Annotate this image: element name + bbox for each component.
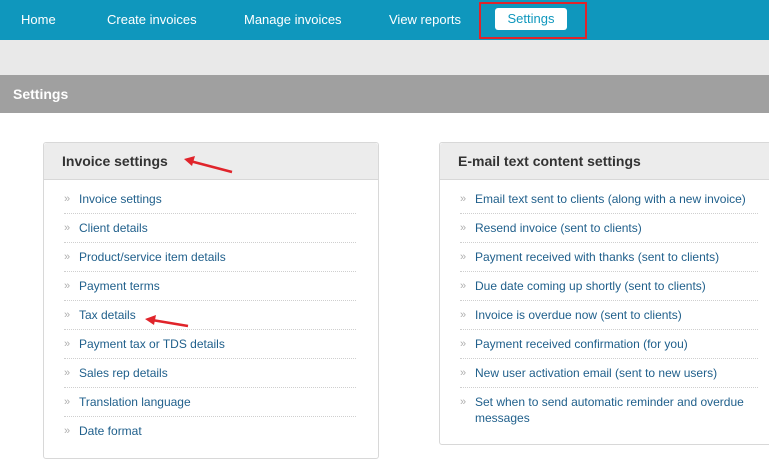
chevron-right-icon: » <box>460 396 467 408</box>
payment-confirmation-email-link[interactable]: Payment received confirmation (for you) <box>475 337 688 351</box>
chevron-right-icon: » <box>64 222 71 234</box>
sub-navigation-bar <box>0 40 769 75</box>
list-item[interactable]: » Tax details <box>64 301 356 330</box>
chevron-right-icon: » <box>64 193 71 205</box>
chevron-right-icon: » <box>64 338 71 350</box>
list-item[interactable]: » Due date coming up shortly (sent to cli… <box>460 272 758 301</box>
date-format-link[interactable]: Date format <box>79 424 142 438</box>
list-item[interactable]: » Payment received with thanks (sent to c… <box>460 243 758 272</box>
red-arrow-icon <box>145 315 189 328</box>
overdue-email-link[interactable]: Invoice is overdue now (sent to clients) <box>475 308 682 322</box>
email-text-settings-panel: E-mail text content settings » Email text… <box>439 142 769 445</box>
list-item[interactable]: » Client details <box>64 214 356 243</box>
chevron-right-icon: » <box>460 338 467 350</box>
chevron-right-icon: » <box>460 367 467 379</box>
chevron-right-icon: » <box>64 425 71 437</box>
chevron-right-icon: » <box>64 367 71 379</box>
invoice-settings-link[interactable]: Invoice settings <box>79 192 162 206</box>
list-item[interactable]: » Invoice settings <box>64 185 356 214</box>
nav-create-invoices[interactable]: Create invoices <box>107 0 197 40</box>
payment-terms-link[interactable]: Payment terms <box>79 279 160 293</box>
list-item[interactable]: » Resend invoice (sent to clients) <box>460 214 758 243</box>
red-arrow-icon <box>184 156 233 174</box>
email-settings-heading: E-mail text content settings <box>440 143 769 180</box>
top-navigation: Home Create invoices Manage invoices Vie… <box>0 0 769 40</box>
page-title: Settings <box>13 86 69 102</box>
invoice-settings-list: » Invoice settings » Client details » Produ… <box>44 180 378 445</box>
nav-view-reports[interactable]: View reports <box>389 0 461 40</box>
chevron-right-icon: » <box>460 251 467 263</box>
invoice-settings-panel: Invoice settings » Invoice settings » Clie… <box>43 142 379 459</box>
list-item[interactable]: » Invoice is overdue now (sent to clients… <box>460 301 758 330</box>
list-item[interactable]: » Sales rep details <box>64 359 356 388</box>
list-item[interactable]: » Product/service item details <box>64 243 356 272</box>
email-settings-list: » Email text sent to clients (along with … <box>440 180 769 432</box>
list-item[interactable]: » Payment terms <box>64 272 356 301</box>
payment-tax-tds-details-link[interactable]: Payment tax or TDS details <box>79 337 225 351</box>
chevron-right-icon: » <box>460 193 467 205</box>
invoice-settings-title: Invoice settings <box>62 153 168 169</box>
section-header: Settings <box>0 75 769 113</box>
list-item[interactable]: » Email text sent to clients (along with … <box>460 185 758 214</box>
product-service-item-details-link[interactable]: Product/service item details <box>79 250 226 264</box>
chevron-right-icon: » <box>64 396 71 408</box>
chevron-right-icon: » <box>64 309 71 321</box>
nav-home[interactable]: Home <box>21 0 56 40</box>
chevron-right-icon: » <box>460 222 467 234</box>
sales-rep-details-link[interactable]: Sales rep details <box>79 366 168 380</box>
chevron-right-icon: » <box>64 251 71 263</box>
nav-manage-invoices[interactable]: Manage invoices <box>244 0 342 40</box>
chevron-right-icon: » <box>460 280 467 292</box>
list-item[interactable]: » Payment tax or TDS details <box>64 330 356 359</box>
translation-language-link[interactable]: Translation language <box>79 395 191 409</box>
settings-highlight-box <box>479 2 587 39</box>
list-item[interactable]: » Set when to send automatic reminder and… <box>460 388 758 432</box>
email-settings-title: E-mail text content settings <box>458 153 641 169</box>
tax-details-link[interactable]: Tax details <box>79 308 136 322</box>
payment-thanks-email-link[interactable]: Payment received with thanks (sent to cl… <box>475 250 719 264</box>
chevron-right-icon: » <box>460 309 467 321</box>
resend-invoice-email-link[interactable]: Resend invoice (sent to clients) <box>475 221 642 235</box>
list-item[interactable]: » Payment received confirmation (for you) <box>460 330 758 359</box>
list-item[interactable]: » Translation language <box>64 388 356 417</box>
list-item[interactable]: » Date format <box>64 417 356 445</box>
user-activation-email-link[interactable]: New user activation email (sent to new u… <box>475 366 717 380</box>
list-item[interactable]: » New user activation email (sent to new … <box>460 359 758 388</box>
new-invoice-email-link[interactable]: Email text sent to clients (along with a… <box>475 192 746 206</box>
due-date-email-link[interactable]: Due date coming up shortly (sent to clie… <box>475 279 706 293</box>
client-details-link[interactable]: Client details <box>79 221 148 235</box>
automatic-reminder-link[interactable]: Set when to send automatic reminder and … <box>475 395 744 425</box>
chevron-right-icon: » <box>64 280 71 292</box>
